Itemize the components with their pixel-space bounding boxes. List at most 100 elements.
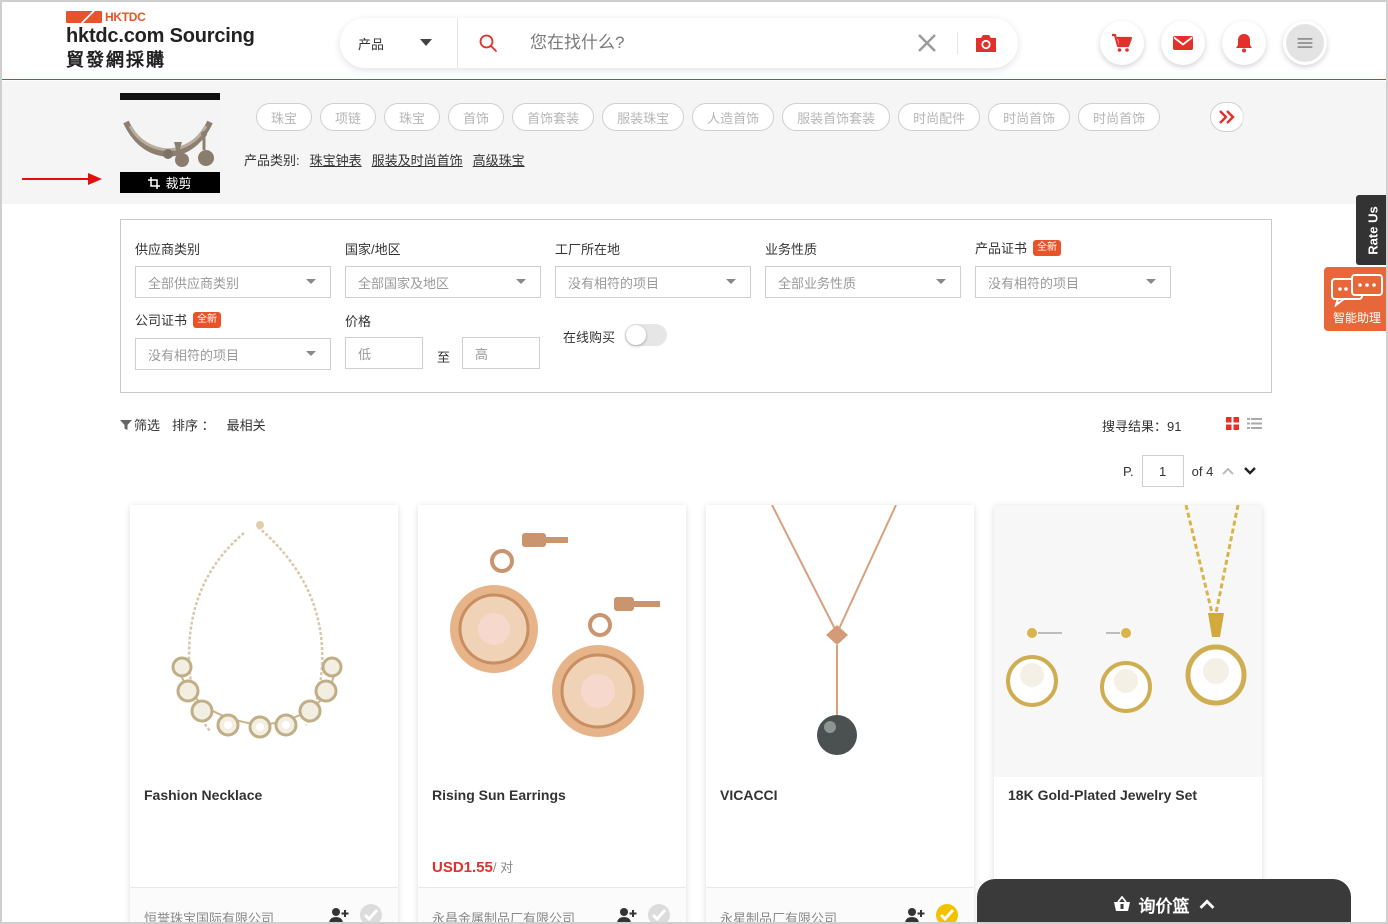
online-buy-toggle[interactable] — [625, 324, 667, 346]
inquiry-basket-bar[interactable]: 询价篮 — [977, 879, 1351, 922]
product-image[interactable] — [130, 505, 398, 777]
chevron-down-icon[interactable] — [420, 39, 432, 46]
site-logo[interactable]: HKTDC hktdc.com Sourcing 貿發網採購 — [66, 10, 255, 72]
crop-button[interactable]: 裁剪 — [120, 172, 220, 193]
smart-assistant-button[interactable]: 智能助理 — [1324, 267, 1386, 331]
country-select[interactable]: 全部国家及地区 — [345, 266, 541, 298]
tag-chip[interactable]: 珠宝 — [256, 103, 313, 131]
category-link[interactable]: 服装及时尚首饰 — [372, 150, 463, 169]
menu-icon — [1297, 38, 1313, 48]
product-cert-select[interactable]: 没有相符的项目 — [975, 266, 1171, 298]
site-header: HKTDC hktdc.com Sourcing 貿發網採購 产品 — [2, 2, 1386, 80]
cart-button[interactable] — [1100, 21, 1144, 65]
cart-icon — [1112, 33, 1133, 52]
product-card[interactable]: VICACCI 永星制品厂有限公司 — [706, 505, 974, 924]
category-link[interactable]: 高级珠宝 — [473, 150, 525, 169]
factory-location-label: 工厂所在地 — [555, 242, 621, 257]
hktdc-flag-icon — [66, 11, 102, 23]
online-buy-label: 在线购买 — [563, 330, 616, 345]
category-link[interactable]: 珠宝钟表 — [310, 150, 362, 169]
tags-next-button[interactable] — [1210, 102, 1244, 132]
card-footer: 永昌金属制品厂有限公司 — [418, 887, 686, 924]
tag-chip[interactable]: 时尚首饰 — [988, 103, 1071, 131]
search-input[interactable] — [530, 30, 900, 56]
tag-chip[interactable]: 项链 — [320, 103, 377, 131]
browser-viewport: HKTDC hktdc.com Sourcing 貿發網採購 产品 您在找什么?… — [0, 0, 1388, 924]
filter-toggle[interactable]: 筛选 — [120, 415, 160, 434]
tag-chip[interactable]: 珠宝 — [384, 103, 441, 131]
verified-badge-icon — [936, 904, 958, 922]
logo-main-text: hktdc.com Sourcing — [66, 25, 255, 47]
close-icon[interactable] — [916, 32, 938, 54]
product-title[interactable]: Rising Sun Earrings — [432, 787, 566, 803]
add-contact-icon[interactable] — [616, 906, 638, 924]
add-contact-icon[interactable] — [904, 906, 926, 924]
arrow-right-icon — [22, 173, 102, 185]
product-image[interactable] — [418, 505, 686, 777]
price-range-separator: 至 — [437, 350, 451, 365]
tag-chip[interactable]: 首饰 — [448, 103, 505, 131]
verified-badge-icon — [360, 904, 382, 922]
product-title[interactable]: 18K Gold-Plated Jewelry Set — [1008, 787, 1197, 803]
page-number-input[interactable]: 1 — [1141, 455, 1184, 487]
supplier-name[interactable]: 永星制品厂有限公司 — [720, 908, 837, 922]
supplier-name[interactable]: 永昌金属制品厂有限公司 — [432, 908, 575, 922]
price-label: 价格 — [345, 314, 372, 329]
search-image-thumbnail[interactable]: 裁剪 — [120, 93, 220, 193]
mail-button[interactable] — [1161, 21, 1205, 65]
list-view-icon[interactable] — [1247, 417, 1262, 430]
product-cert-label: 产品证书 全新 — [975, 238, 1062, 257]
product-card[interactable]: Rising Sun Earrings USD1.55/ 对 永昌金属制品厂有限… — [418, 505, 686, 924]
camera-icon[interactable] — [973, 30, 999, 56]
sort-select[interactable]: 最相关 — [227, 415, 266, 434]
company-cert-select[interactable]: 没有相符的项目 — [135, 338, 331, 370]
sort-bar: 筛选 排序 ： 最相关 — [120, 415, 266, 434]
caret-down-icon — [726, 279, 736, 284]
chevron-up-icon[interactable] — [1221, 466, 1235, 476]
price-max-input[interactable]: 高 — [462, 337, 540, 369]
results-count: 搜寻结果：91 — [1102, 419, 1182, 434]
logo-hk-text: HKTDC — [105, 10, 146, 24]
mail-icon — [1173, 36, 1193, 50]
double-chevron-right-icon — [1219, 110, 1235, 124]
chevron-up-icon — [1199, 899, 1214, 909]
product-card[interactable]: 18K Gold-Plated Jewelry Set — [994, 505, 1262, 922]
search-category-select[interactable]: 产品 — [358, 34, 384, 53]
search-icon[interactable] — [478, 33, 498, 53]
tag-chip[interactable]: 服装珠宝 — [602, 103, 685, 131]
caret-down-icon — [1146, 279, 1156, 284]
tag-chip[interactable]: 时尚首饰 — [1078, 103, 1161, 131]
filter-icon — [120, 419, 132, 430]
bell-icon — [1236, 34, 1252, 53]
supplier-name[interactable]: 恒誉珠宝国际有限公司 — [144, 908, 274, 922]
caret-down-icon — [306, 279, 316, 284]
tag-chip[interactable]: 人造首饰 — [692, 103, 775, 131]
sort-label: 排序 ： — [172, 418, 215, 433]
tag-chip[interactable]: 首饰套装 — [512, 103, 595, 131]
product-card[interactable]: Fashion Necklace 恒誉珠宝国际有限公司 — [130, 505, 398, 924]
search-bar: 产品 — [340, 18, 1018, 68]
product-title[interactable]: VICACCI — [720, 787, 778, 803]
rate-us-button[interactable]: Rate Us — [1356, 195, 1386, 265]
company-cert-label: 公司证书 全新 — [135, 310, 222, 329]
notifications-button[interactable] — [1222, 21, 1266, 65]
product-image[interactable] — [706, 505, 974, 777]
product-image[interactable] — [994, 505, 1262, 777]
pagination: P. 1 of 4 — [1123, 455, 1257, 487]
business-type-label: 业务性质 — [765, 242, 818, 257]
country-label: 国家/地区 — [345, 242, 401, 257]
jewelry-thumbnail-image — [120, 100, 220, 172]
product-title[interactable]: Fashion Necklace — [144, 787, 262, 803]
business-type-select[interactable]: 全部业务性质 — [765, 266, 961, 298]
add-contact-icon[interactable] — [328, 906, 350, 924]
user-menu-button[interactable] — [1283, 21, 1327, 65]
tag-chip[interactable]: 时尚配件 — [898, 103, 981, 131]
grid-view-icon[interactable] — [1226, 417, 1239, 430]
price-min-input[interactable]: 低 — [345, 337, 423, 369]
caret-down-icon — [516, 279, 526, 284]
chevron-down-icon[interactable] — [1243, 466, 1257, 476]
supplier-type-select[interactable]: 全部供应商类别 — [135, 266, 331, 298]
crop-icon — [148, 176, 161, 189]
tag-chip[interactable]: 服装首饰套装 — [782, 103, 891, 131]
factory-location-select[interactable]: 没有相符的项目 — [555, 266, 751, 298]
